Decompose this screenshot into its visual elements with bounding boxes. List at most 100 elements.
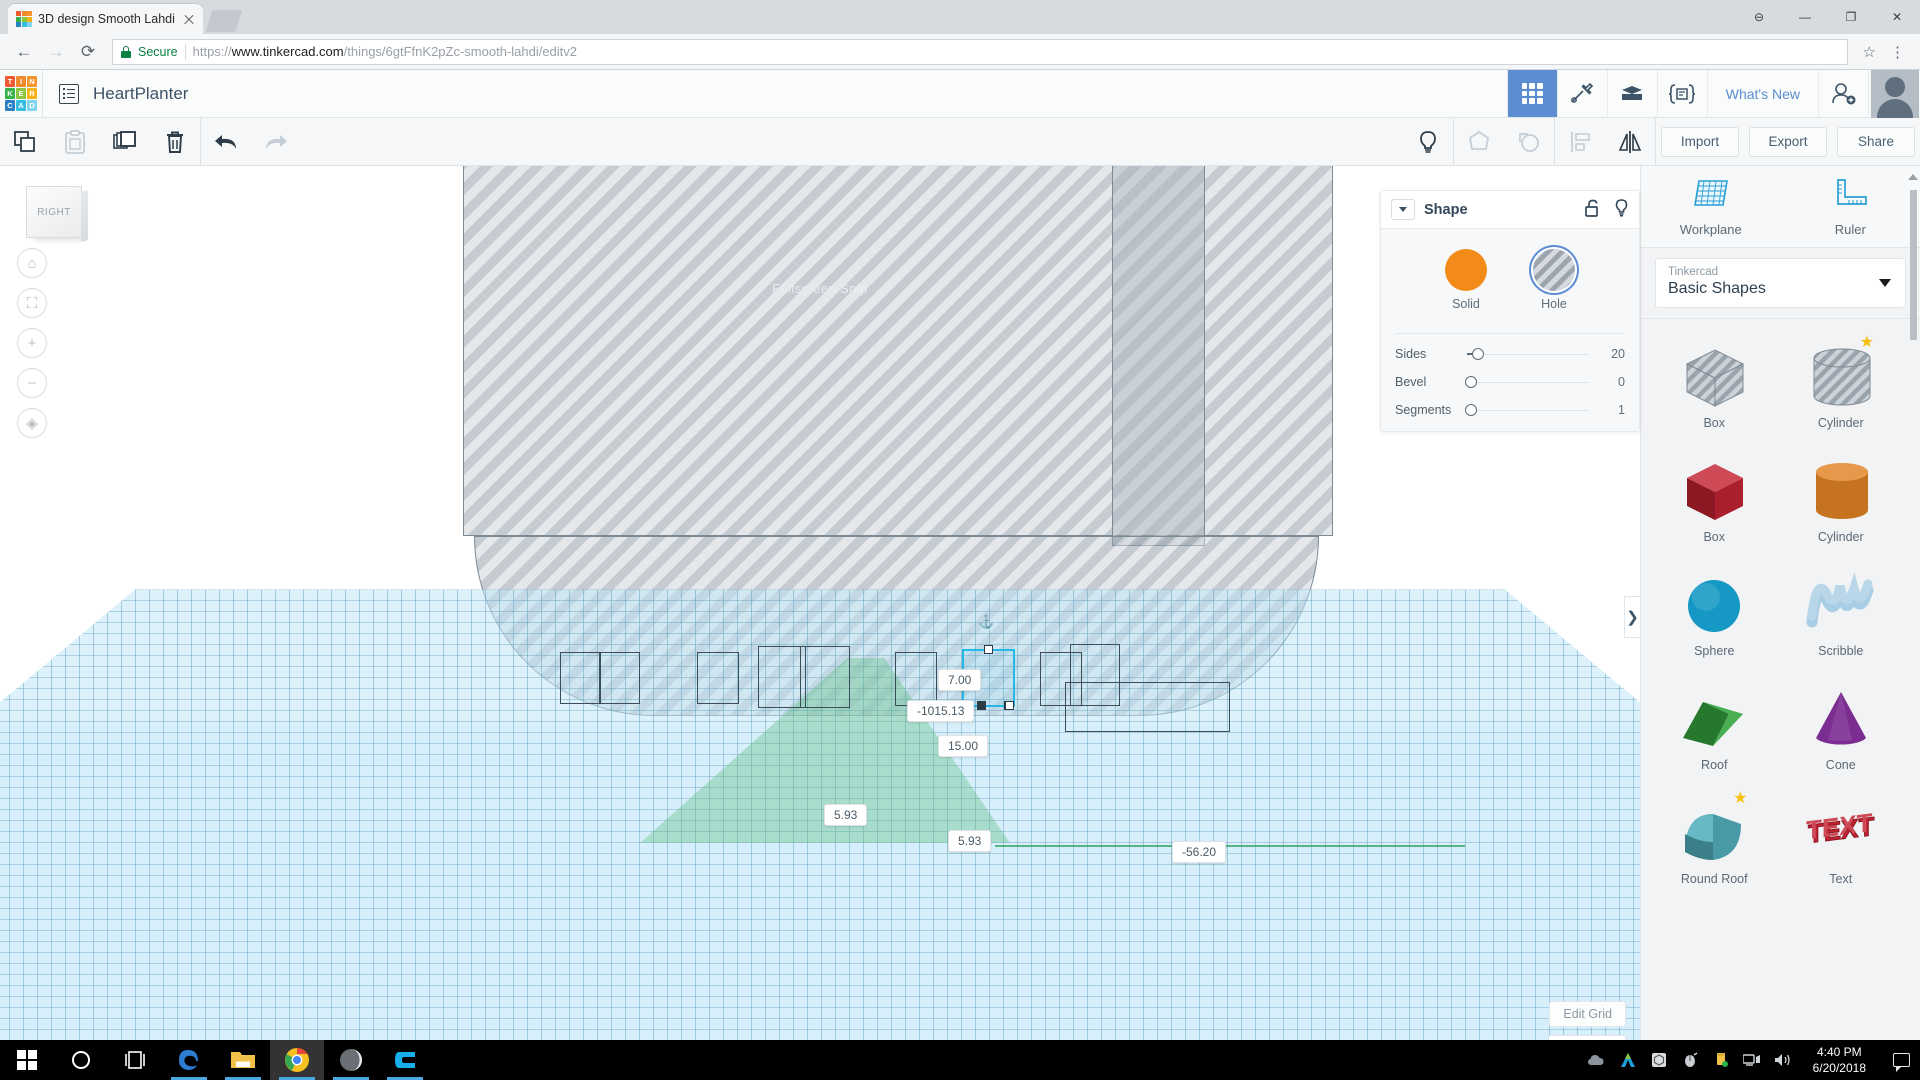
duplicate-button[interactable] <box>100 118 150 166</box>
slicer-taskbar-button[interactable] <box>324 1040 378 1080</box>
invite-user-button[interactable] <box>1818 70 1868 117</box>
model-hole-shape-column[interactable] <box>1112 166 1205 546</box>
browser-tab[interactable]: 3D design Smooth Lahdi <box>8 4 203 34</box>
group-button[interactable] <box>1454 118 1504 166</box>
cura-taskbar-button[interactable] <box>378 1040 432 1080</box>
3d-builder-icon[interactable] <box>1650 1051 1668 1069</box>
onedrive-icon[interactable] <box>1587 1051 1606 1069</box>
share-button[interactable]: Share <box>1837 126 1915 157</box>
zoom-out-button[interactable]: − <box>17 368 47 398</box>
inspector-header: Shape <box>1381 191 1639 229</box>
windows-start-button[interactable] <box>0 1040 54 1080</box>
resize-handle-top[interactable] <box>984 645 993 654</box>
dimension-label[interactable]: 7.00 <box>938 669 982 691</box>
dimension-label[interactable]: -56.20 <box>1172 841 1227 863</box>
shape-item-round-roof[interactable]: ★ Round Roof <box>1651 785 1778 899</box>
align-button[interactable] <box>1555 118 1605 166</box>
shape-item-scribble[interactable]: Scribble <box>1778 557 1905 671</box>
minimize-button[interactable]: ― <box>1782 0 1828 34</box>
chrome-taskbar-button[interactable] <box>270 1040 324 1080</box>
move-handle[interactable] <box>977 701 986 710</box>
resize-handle-left[interactable] <box>1005 701 1014 710</box>
bookmark-star-icon[interactable]: ☆ <box>1858 43 1881 61</box>
shape-item-cylinder[interactable]: ★ Cylinder <box>1778 329 1905 443</box>
edge-taskbar-button[interactable] <box>162 1040 216 1080</box>
dimension-label[interactable]: 5.93 <box>824 804 868 826</box>
address-bar[interactable]: Secure https://www.tinkercad.com/things/… <box>112 38 1848 65</box>
import-button[interactable]: Import <box>1661 126 1739 157</box>
copy-button[interactable] <box>0 118 50 166</box>
usb-icon[interactable] <box>1712 1051 1730 1069</box>
rotation-gizmo-icon[interactable]: ⚓ <box>978 614 994 630</box>
ruler-tool[interactable]: Ruler <box>1781 166 1920 247</box>
avatar-button[interactable] <box>1868 69 1920 118</box>
workplane-tool[interactable]: Workplane <box>1641 166 1781 247</box>
project-list-icon[interactable] <box>59 83 79 104</box>
show-hidden-button[interactable] <box>1403 118 1453 166</box>
nav-classroom-button[interactable] <box>1606 70 1657 117</box>
hole-mode-option[interactable]: Hole <box>1533 249 1575 311</box>
shape-item-box[interactable]: Box <box>1651 329 1778 443</box>
unlock-icon[interactable] <box>1585 199 1600 221</box>
notification-icon[interactable] <box>1893 1053 1910 1072</box>
mouse-icon[interactable] <box>1681 1051 1699 1069</box>
paste-button[interactable] <box>50 118 100 166</box>
shape-grid-scrollbar[interactable] <box>1910 190 1917 340</box>
scroll-up-arrow-icon[interactable] <box>1908 174 1918 180</box>
autodesk-icon[interactable] <box>1619 1051 1637 1069</box>
chevron-down-icon[interactable] <box>1391 199 1415 220</box>
dimension-label[interactable]: -1015.13 <box>907 700 975 722</box>
reload-button[interactable]: ⟳ <box>74 38 102 66</box>
close-icon[interactable] <box>181 11 197 27</box>
view-cube[interactable]: RIGHT <box>26 186 82 238</box>
orthographic-toggle-button[interactable]: ◈ <box>17 408 47 438</box>
cortana-search-button[interactable] <box>54 1040 108 1080</box>
maximize-button[interactable]: ❐ <box>1828 0 1874 34</box>
dimension-label[interactable]: 5.93 <box>948 830 992 852</box>
shape-item-text[interactable]: TEXT TEXT Text <box>1778 785 1905 899</box>
new-tab-button[interactable] <box>205 10 243 32</box>
bevel-slider[interactable] <box>1465 375 1589 389</box>
shape-item-cone[interactable]: Cone <box>1778 671 1905 785</box>
shape-item-box[interactable]: Box <box>1651 443 1778 557</box>
edit-grid-button[interactable]: Edit Grid <box>1549 1001 1626 1027</box>
close-window-button[interactable]: ✕ <box>1874 0 1920 34</box>
file-explorer-taskbar-button[interactable] <box>216 1040 270 1080</box>
favorite-star-icon[interactable]: ★ <box>1860 335 1874 351</box>
dimension-label[interactable]: 15.00 <box>938 735 989 757</box>
whats-new-link[interactable]: What's New <box>1706 70 1818 117</box>
zoom-in-button[interactable]: + <box>17 328 47 358</box>
sides-slider[interactable] <box>1465 347 1589 361</box>
redo-button[interactable] <box>251 118 301 166</box>
nav-gallery-button[interactable] <box>1506 70 1557 117</box>
shape-item-sphere[interactable]: Sphere <box>1651 557 1778 671</box>
undo-button[interactable] <box>201 118 251 166</box>
account-button[interactable]: ⊖ <box>1736 0 1782 34</box>
mirror-button[interactable] <box>1605 118 1655 166</box>
delete-button[interactable] <box>150 118 200 166</box>
fit-view-button[interactable]: ⛶ <box>17 288 47 318</box>
back-button[interactable]: ← <box>10 38 38 66</box>
shape-library-select[interactable]: Tinkercad Basic Shapes <box>1655 258 1906 308</box>
solid-mode-option[interactable]: Solid <box>1445 249 1487 311</box>
lightbulb-icon[interactable] <box>1614 198 1629 221</box>
taskbar-clock[interactable]: 4:40 PM 6/20/2018 <box>1805 1044 1874 1076</box>
forward-button[interactable]: → <box>42 38 70 66</box>
shape-item-roof[interactable]: Roof <box>1651 671 1778 785</box>
task-view-button[interactable] <box>108 1040 162 1080</box>
home-view-button[interactable]: ⌂ <box>17 248 47 278</box>
page-title[interactable]: HeartPlanter <box>93 84 188 104</box>
segments-slider[interactable] <box>1465 403 1589 417</box>
favorite-star-icon[interactable]: ★ <box>1733 791 1747 807</box>
ungroup-button[interactable] <box>1504 118 1554 166</box>
tinkercad-logo[interactable]: TINKERCAD <box>0 70 42 117</box>
volume-icon[interactable] <box>1774 1051 1792 1069</box>
network-icon[interactable] <box>1742 1051 1761 1069</box>
nav-codeblocks-button[interactable] <box>1656 70 1707 117</box>
chrome-menu-icon[interactable]: ⋮ <box>1885 43 1910 61</box>
segments-value: 1 <box>1618 403 1625 417</box>
export-button[interactable]: Export <box>1749 126 1827 157</box>
nav-tools-button[interactable] <box>1556 70 1607 117</box>
shape-item-cylinder[interactable]: Cylinder <box>1778 443 1905 557</box>
collapse-panel-button[interactable]: ❯ <box>1624 595 1640 638</box>
